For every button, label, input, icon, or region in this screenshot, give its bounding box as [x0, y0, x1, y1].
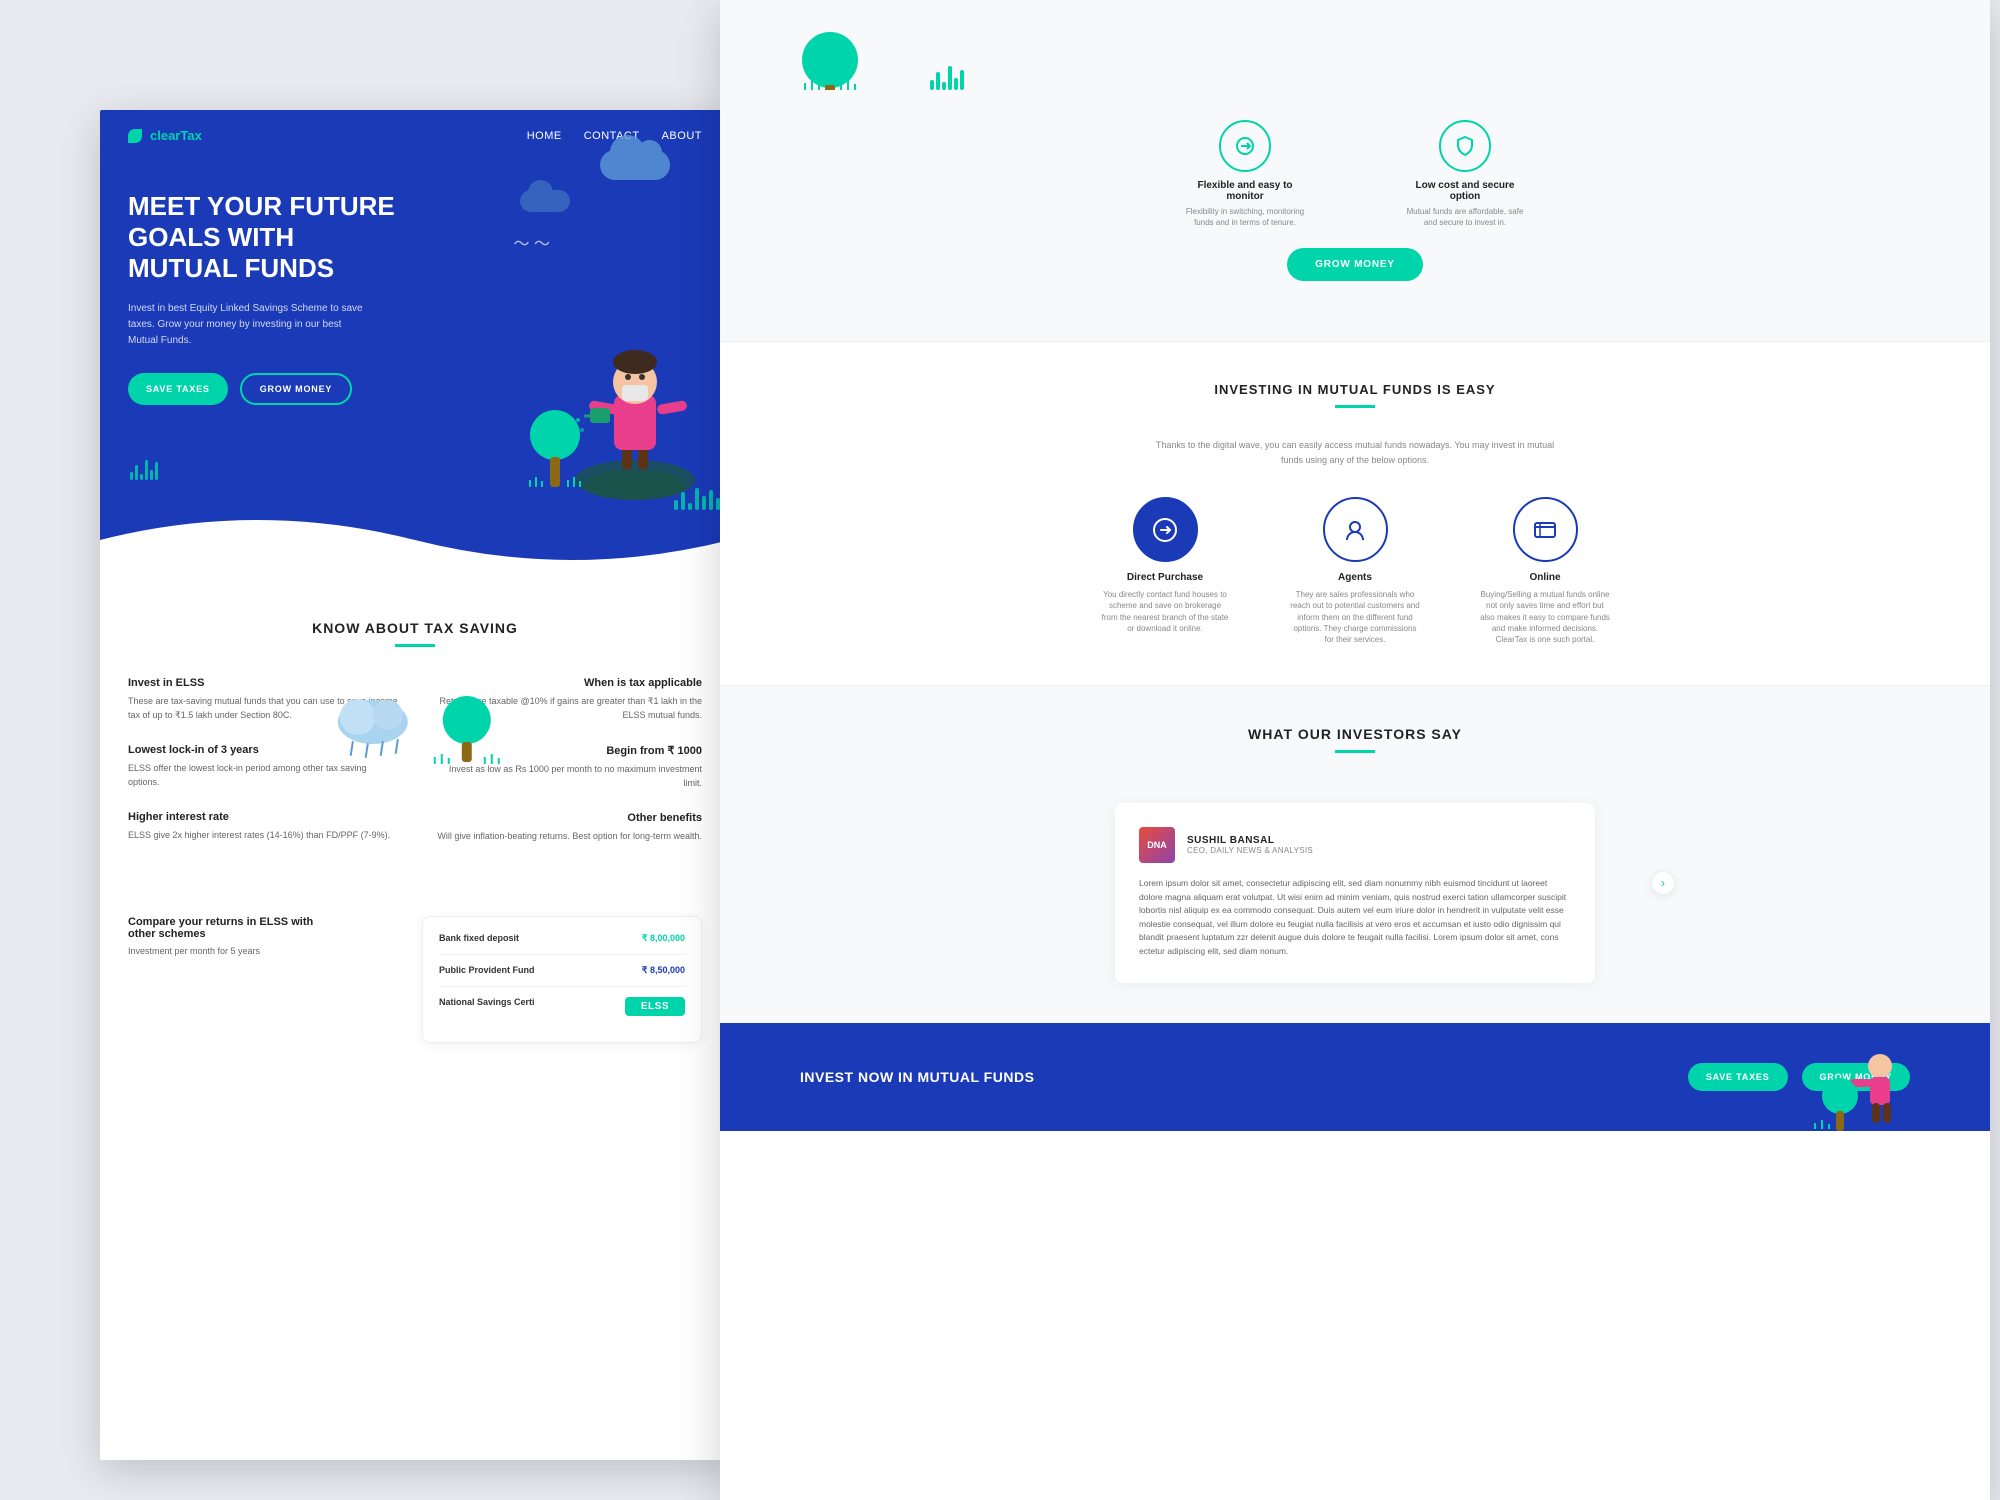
- partial-tree-1: [800, 10, 860, 90]
- hero-subtitle: Invest in best Equity Linked Savings Sch…: [128, 301, 368, 349]
- tax-grid: Invest in ELSS These are tax-saving mutu…: [128, 677, 702, 866]
- tree-illustration: [520, 405, 590, 495]
- author-name: SUSHIL BANSAL: [1187, 835, 1313, 846]
- author-info: SUSHIL BANSAL CEO, DAILY NEWS & ANALYSIS: [1187, 835, 1313, 855]
- save-taxes-button[interactable]: SAVE TAXES: [128, 373, 228, 405]
- bottom-cta: INVEST NOW IN MUTUAL FUNDS SAVE TAXES GR…: [720, 1023, 1990, 1131]
- method-agents-desc: They are sales professionals who reach o…: [1290, 589, 1420, 645]
- testimonials-underline: [1335, 750, 1375, 753]
- author-title: CEO, DAILY NEWS & ANALYSIS: [1187, 846, 1313, 855]
- method-direct-title: Direct Purchase: [1100, 572, 1230, 583]
- secure-desc: Mutual funds are affordable, safe and se…: [1405, 206, 1525, 228]
- compare-label-3: National Savings Certi: [439, 997, 535, 1016]
- method-direct: Direct Purchase You directly contact fun…: [1100, 497, 1230, 645]
- logo-text: clearTax: [150, 128, 202, 143]
- investing-underline: [1335, 405, 1375, 408]
- compare-row-3: National Savings Certi ELSS: [439, 997, 685, 1026]
- logo-icon: [128, 129, 142, 143]
- testimonial-wrapper: DNA SUSHIL BANSAL CEO, DAILY NEWS & ANAL…: [1055, 783, 1655, 983]
- method-agents-title: Agents: [1290, 572, 1420, 583]
- method-agents: Agents They are sales professionals who …: [1290, 497, 1420, 645]
- cloud-svg: [323, 687, 423, 767]
- nav-home[interactable]: HOME: [527, 130, 562, 142]
- tax-item-3: Higher interest rate ELSS give 2x higher…: [128, 811, 400, 843]
- page-right: Flexible and easy to monitor Flexibility…: [720, 0, 1990, 1500]
- tax-item-3-desc: ELSS give 2x higher interest rates (14-1…: [128, 829, 400, 843]
- tax-item-3-title: Higher interest rate: [128, 811, 400, 823]
- compare-row-1: Bank fixed deposit ₹ 8,00,000: [439, 933, 685, 955]
- compare-text: Compare your returns in ELSS with other …: [128, 916, 322, 970]
- method-online-title: Online: [1480, 572, 1610, 583]
- compare-label-1: Bank fixed deposit: [439, 933, 519, 944]
- investment-methods: Direct Purchase You directly contact fun…: [800, 497, 1910, 645]
- tree-svg-2: [427, 692, 507, 767]
- feature-item-secure: Low cost and secure option Mutual funds …: [1405, 120, 1525, 228]
- cta-title-text: INVEST NOW IN MUTUAL FUNDS: [800, 1069, 1034, 1085]
- feature-item-flexible: Flexible and easy to monitor Flexibility…: [1185, 120, 1305, 228]
- hero-wave: [100, 500, 730, 580]
- graph-bars-left: [130, 460, 158, 480]
- testimonials-title: WHAT OUR INVESTORS SAY: [780, 726, 1930, 742]
- page-left: clearTax HOME CONTACT ABOUT 〜 〜 MEET YOU…: [100, 110, 730, 1460]
- direct-icon: [1133, 497, 1198, 562]
- agents-icon: [1323, 497, 1388, 562]
- online-icon: [1513, 497, 1578, 562]
- compare-title: Compare your returns in ELSS with other …: [128, 916, 322, 940]
- right-top-partial: Flexible and easy to monitor Flexibility…: [720, 0, 1990, 341]
- flexible-title: Flexible and easy to monitor: [1185, 180, 1305, 202]
- testimonials-section: WHAT OUR INVESTORS SAY DNA SUSHIL BANSAL…: [720, 686, 1990, 1023]
- cta-save-taxes-button[interactable]: SAVE TAXES: [1688, 1063, 1788, 1091]
- section-underline: [395, 644, 435, 647]
- cta-illustration: [1810, 1041, 1910, 1131]
- hero-content: MEET YOUR FUTURE GOALS WITH MUTUAL FUNDS…: [100, 161, 730, 405]
- compare-value-2: ₹ 8,50,000: [642, 965, 685, 976]
- compare-card: Bank fixed deposit ₹ 8,00,000 Public Pro…: [422, 916, 702, 1043]
- logo: clearTax: [128, 128, 202, 143]
- grow-money-btn-right[interactable]: GROW MONEY: [1287, 248, 1423, 281]
- cta-title: INVEST NOW IN MUTUAL FUNDS: [800, 1069, 1034, 1085]
- compare-subtitle: Investment per month for 5 years: [128, 946, 322, 956]
- tax-item-6-title: Other benefits: [430, 812, 702, 824]
- method-online: Online Buying/Selling a mutual funds onl…: [1480, 497, 1610, 645]
- partial-trees: [800, 20, 1910, 100]
- investing-desc: Thanks to the digital wave, you can easi…: [1155, 438, 1555, 467]
- tax-item-6: Other benefits Will give inflation-beati…: [430, 812, 702, 844]
- grow-money-button[interactable]: GROW MONEY: [240, 373, 353, 405]
- hero-title: MEET YOUR FUTURE GOALS WITH MUTUAL FUNDS: [128, 191, 408, 285]
- elss-badge: ELSS: [625, 997, 685, 1016]
- hero-buttons: SAVE TAXES GROW MONEY: [128, 373, 702, 405]
- method-online-desc: Buying/Selling a mutual funds online not…: [1480, 589, 1610, 645]
- tax-section-title: KNOW ABOUT TAX SAVING: [128, 620, 702, 636]
- feature-icons-row: Flexible and easy to monitor Flexibility…: [800, 100, 1910, 248]
- testimonial-author: DNA SUSHIL BANSAL CEO, DAILY NEWS & ANAL…: [1139, 827, 1571, 863]
- tax-section: KNOW ABOUT TAX SAVING Invest in ELSS The…: [100, 580, 730, 896]
- cta-content: INVEST NOW IN MUTUAL FUNDS: [800, 1069, 1034, 1085]
- flexible-desc: Flexibility in switching, monitoring fun…: [1185, 206, 1305, 228]
- author-logo: DNA: [1139, 827, 1175, 863]
- hero-section: clearTax HOME CONTACT ABOUT 〜 〜 MEET YOU…: [100, 110, 730, 580]
- nav-about[interactable]: ABOUT: [662, 130, 702, 142]
- compare-value-1: ₹ 8,00,000: [642, 933, 685, 944]
- secure-title: Low cost and secure option: [1405, 180, 1525, 202]
- secure-icon: [1439, 120, 1491, 172]
- testimonial-text: Lorem ipsum dolor sit amet, consectetur …: [1139, 877, 1571, 959]
- compare-section: Compare your returns in ELSS with other …: [100, 896, 730, 1063]
- right-graph-bars: [930, 66, 964, 90]
- investing-title: INVESTING IN MUTUAL FUNDS IS EASY: [800, 382, 1910, 397]
- grow-money-container: GROW MONEY: [800, 248, 1910, 341]
- tax-center-illustration: [323, 687, 507, 772]
- flexible-icon: [1219, 120, 1271, 172]
- method-direct-desc: You directly contact fund houses to sche…: [1100, 589, 1230, 634]
- compare-label-2: Public Provident Fund: [439, 965, 535, 976]
- investing-section: INVESTING IN MUTUAL FUNDS IS EASY Thanks…: [720, 342, 1990, 685]
- tax-item-6-desc: Will give inflation-beating returns. Bes…: [430, 830, 702, 844]
- testimonial-next-arrow[interactable]: ›: [1651, 871, 1675, 895]
- compare-row-2: Public Provident Fund ₹ 8,50,000: [439, 965, 685, 987]
- testimonial-card: DNA SUSHIL BANSAL CEO, DAILY NEWS & ANAL…: [1115, 803, 1595, 983]
